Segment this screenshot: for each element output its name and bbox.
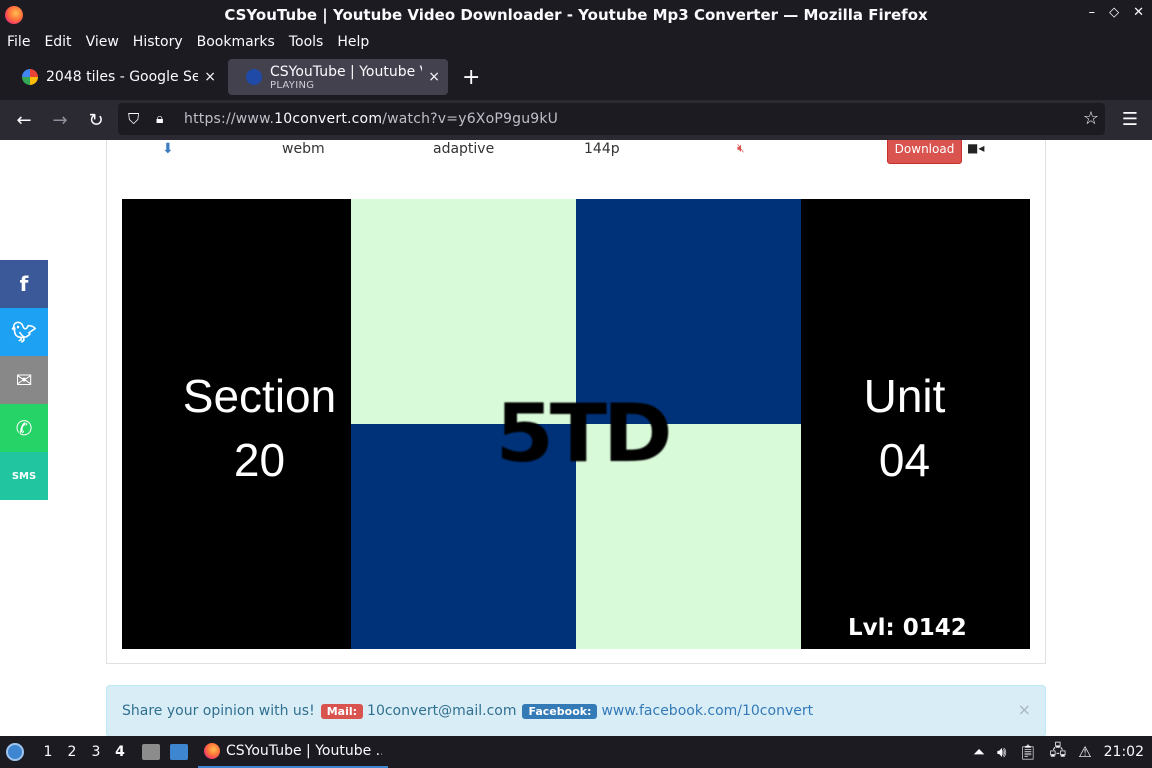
level-label: Lvl: 0142 xyxy=(848,615,967,641)
menu-view[interactable]: View xyxy=(86,34,119,50)
reload-button[interactable]: ↻ xyxy=(78,110,114,131)
facebook-share-button[interactable]: f xyxy=(0,260,48,308)
site-favicon-icon xyxy=(246,69,262,85)
mail-badge: Mail: xyxy=(320,703,364,719)
page-content: ⬇ webm adaptive 144p 🔇︎ Download ■◂ Sect… xyxy=(0,140,1152,736)
close-window-button[interactable]: ✕ xyxy=(1133,5,1144,20)
task-title: CSYouTube | Youtube ... xyxy=(226,743,382,759)
feedback-alert: Share your opinion with us! Mail: 10conv… xyxy=(106,685,1046,736)
video-logo: 5TD xyxy=(495,387,673,480)
tab-close-button[interactable]: × xyxy=(428,69,440,85)
mail-address: 10convert@mail.com xyxy=(367,703,517,719)
minimize-button[interactable]: – xyxy=(1089,5,1096,20)
video-player[interactable]: Section 20 Unit 04 5TD Lvl: 0142 xyxy=(122,199,1030,649)
notification-icon[interactable]: ⚠ xyxy=(1078,743,1091,761)
facebook-badge: Facebook: xyxy=(522,703,598,719)
twitter-share-button[interactable]: 🐦︎ xyxy=(0,308,48,356)
workspace-3[interactable]: 3 xyxy=(84,744,108,760)
google-icon xyxy=(22,69,38,85)
download-arrow-icon[interactable]: ⬇ xyxy=(162,141,174,157)
tab-title: 2048 tiles - Google Search xyxy=(46,69,199,85)
menu-tools[interactable]: Tools xyxy=(289,34,324,50)
section-label: Section 20 xyxy=(182,370,337,486)
sms-icon: SMS xyxy=(11,470,37,482)
window-controls: – ◇ ✕ xyxy=(1089,5,1144,20)
window-titlebar: CSYouTube | Youtube Video Downloader - Y… xyxy=(0,0,1152,30)
unit-label: Unit 04 xyxy=(863,370,946,486)
whatsapp-share-button[interactable]: ✆ xyxy=(0,404,48,452)
type-cell: adaptive xyxy=(433,141,495,157)
shield-icon[interactable]: ⛉ xyxy=(128,110,148,128)
menu-file[interactable]: File xyxy=(7,34,30,50)
tab-close-button[interactable]: × xyxy=(204,69,216,85)
url-text[interactable]: https://www.10convert.com/watch?v=y6XoP9… xyxy=(184,111,558,127)
firefox-icon xyxy=(204,743,220,759)
email-icon: ✉ xyxy=(15,368,33,392)
email-share-button[interactable]: ✉ xyxy=(0,356,48,404)
maximize-button[interactable]: ◇ xyxy=(1109,5,1119,20)
url-bar[interactable]: ⛉ 🔒︎ https://www.10convert.com/watch?v=y… xyxy=(118,103,1105,135)
menu-bookmarks[interactable]: Bookmarks xyxy=(197,34,275,50)
app-menu-icon[interactable]: ☰ xyxy=(1122,109,1138,130)
taskbar-firefox-task[interactable]: CSYouTube | Youtube ... xyxy=(198,736,388,768)
tray-up-icon[interactable]: ⏶ xyxy=(973,743,985,761)
menu-history[interactable]: History xyxy=(133,34,183,50)
navigation-bar: ← → ↻ ⛉ 🔒︎ https://www.10convert.com/wat… xyxy=(0,100,1152,140)
volume-icon[interactable]: 🔊︎ xyxy=(997,743,1006,761)
tab-title: CSYouTube | Youtube Video Downloader xyxy=(270,63,422,80)
resolution-cell: 144p xyxy=(584,141,620,157)
format-row: ⬇ webm adaptive 144p 🔇︎ Download ■◂ xyxy=(107,140,1047,178)
desktop-icon[interactable] xyxy=(170,744,188,760)
taskbar: 1 2 3 4 CSYouTube | Youtube ... ⏶ 🔊︎ 📋︎ … xyxy=(0,736,1152,768)
clipboard-icon[interactable]: 📋︎ xyxy=(1018,743,1037,761)
format-cell: webm xyxy=(282,141,325,157)
tab-google-search[interactable]: 2048 tiles - Google Search × xyxy=(4,59,224,95)
alert-close-button[interactable]: × xyxy=(1018,700,1031,719)
menu-help[interactable]: Help xyxy=(337,34,369,50)
muted-icon: 🔇︎ xyxy=(737,141,745,155)
menu-bar: File Edit View History Bookmarks Tools H… xyxy=(0,30,1152,54)
file-manager-icon[interactable] xyxy=(142,744,160,760)
workspace-2[interactable]: 2 xyxy=(60,744,84,760)
tab-bar: 2048 tiles - Google Search × CSYouTube |… xyxy=(0,54,1152,100)
alert-text: Share your opinion with us! xyxy=(122,703,315,719)
tab-csyoutube[interactable]: CSYouTube | Youtube Video Downloader PLA… xyxy=(228,59,448,95)
menu-edit[interactable]: Edit xyxy=(44,34,71,50)
download-button[interactable]: Download xyxy=(887,140,962,164)
video-camera-icon: ■◂ xyxy=(967,141,985,155)
network-icon[interactable]: 🖧 xyxy=(1049,740,1066,765)
twitter-icon: 🐦︎ xyxy=(11,320,37,344)
clock: 21:02 xyxy=(1103,744,1144,760)
window-title: CSYouTube | Youtube Video Downloader - Y… xyxy=(224,6,928,24)
bookmark-star-icon[interactable]: ☆ xyxy=(1083,108,1099,129)
back-button[interactable]: ← xyxy=(6,110,42,131)
workspace-1[interactable]: 1 xyxy=(36,744,60,760)
sms-share-button[interactable]: SMS xyxy=(0,452,48,500)
lock-icon[interactable]: 🔒︎ xyxy=(156,111,174,127)
facebook-icon: f xyxy=(19,272,29,296)
tab-playing-indicator: PLAYING xyxy=(270,79,315,91)
workspace-4[interactable]: 4 xyxy=(108,744,132,760)
whatsapp-icon: ✆ xyxy=(15,416,33,440)
start-menu-icon[interactable] xyxy=(6,743,24,761)
forward-button[interactable]: → xyxy=(42,110,78,131)
facebook-link[interactable]: www.facebook.com/10convert xyxy=(601,703,813,719)
system-tray: ⏶ 🔊︎ 📋︎ 🖧 ⚠ 21:02 xyxy=(973,736,1144,768)
new-tab-button[interactable]: + xyxy=(462,65,480,90)
firefox-icon xyxy=(5,6,23,24)
